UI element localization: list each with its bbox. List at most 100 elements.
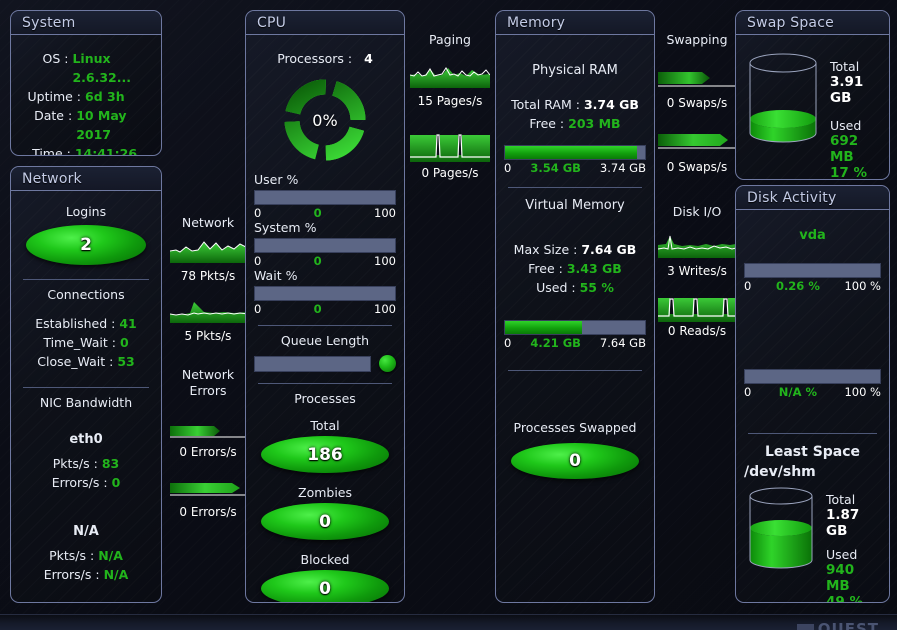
- nic-row: Pkts/s : N/A: [19, 546, 153, 565]
- disk-bar-1-value: 0.26 %: [775, 279, 820, 293]
- free-ram-value: 203 MB: [568, 116, 621, 131]
- least-space-label: Least Space: [764, 444, 861, 460]
- cpu-system-bar-group: System % 0 0 100: [254, 220, 396, 268]
- cpu-wait-bar: [254, 286, 396, 301]
- physical-ram-label: Physical RAM: [532, 63, 618, 78]
- cpu-system-value: 0: [313, 254, 322, 268]
- close-wait-label: Close_Wait :: [37, 354, 114, 369]
- total-ram-value: 3.74 GB: [583, 97, 639, 112]
- cpu-user-bar-group: User % 0 0 100: [254, 172, 396, 220]
- swap-space-readout: Total 3.91 GB Used 692 MB 17 %: [830, 45, 881, 179]
- nic-pkts-label: Pkts/s :: [52, 456, 98, 471]
- system-os-label: OS :: [42, 51, 69, 66]
- nic-name: N/A: [73, 524, 99, 539]
- cpu-wait-bar-group: Wait % 0 0 100: [254, 268, 396, 316]
- least-space-used-value: 940 MB: [826, 562, 855, 594]
- physical-ram-bar: [504, 145, 646, 160]
- panel-system-title: System: [22, 14, 76, 31]
- processes-swapped-label: Processes Swapped: [513, 420, 637, 435]
- queue-length-row: [254, 355, 396, 372]
- free-ram-label: Free :: [529, 116, 565, 131]
- cpu-system-min: 0: [254, 254, 262, 268]
- swap-total-value: 3.91 GB: [830, 74, 864, 106]
- processes-zombies-label: Zombies: [298, 485, 352, 500]
- panel-network-title: Network: [22, 170, 82, 187]
- panel-memory: Memory Physical RAM Total RAM : 3.74 GB …: [495, 10, 655, 603]
- disk-bar-1-scale: 0 0.26 % 100 %: [744, 279, 881, 293]
- swap-used-value: 692 MB: [830, 133, 859, 165]
- cpu-system-scale: 0 0 100: [254, 254, 396, 268]
- panel-system-body: OS : Linux 2.6.32... Uptime : 6d 3h Date…: [11, 35, 161, 155]
- least-space-mount: /dev/shm: [744, 464, 816, 480]
- virtual-memory-scale: 0 4.21 GB 7.64 GB: [504, 336, 646, 350]
- network-packets-sparkline-2: [170, 297, 248, 327]
- total-ram-row: Total RAM : 3.74 GB: [504, 95, 646, 114]
- panel-swap-space: Swap Space Total 3.91 GB Used 692 MB 17 …: [735, 10, 890, 180]
- nic-name: eth0: [69, 432, 103, 447]
- divider: [508, 370, 642, 371]
- vm-used-value: 55 %: [579, 280, 614, 295]
- cpu-wait-label: Wait %: [254, 268, 298, 283]
- vm-max-row: Max Size : 7.64 GB: [504, 240, 646, 259]
- divider: [23, 279, 149, 280]
- system-time-value: 14:41:26 CST: [74, 146, 138, 156]
- vm-used-label: Used :: [536, 280, 576, 295]
- panel-swap-space-title: Swap Space: [747, 14, 834, 31]
- processes-total-badge: 186: [261, 436, 389, 473]
- divider: [258, 325, 392, 326]
- disk-io-title: Disk I/O: [672, 204, 722, 219]
- swapping-sparkline-1: [658, 64, 736, 94]
- network-errors-label-2: 0 Errors/s: [179, 505, 237, 519]
- vm-used-row: Used : 55 %: [504, 278, 646, 297]
- network-errors-label-1: 0 Errors/s: [179, 445, 237, 459]
- cpu-wait-scale: 0 0 100: [254, 302, 396, 316]
- panel-network-header: Network: [11, 167, 161, 191]
- panel-disk-activity-title: Disk Activity: [747, 189, 837, 206]
- swap-used-percent: 17 %: [830, 165, 868, 180]
- logins-value: 2: [80, 235, 92, 255]
- divider: [748, 433, 877, 434]
- processes-swapped-badge: 0: [511, 443, 639, 479]
- close-wait-value: 53: [117, 354, 135, 369]
- nic-pkts-value: 83: [101, 456, 120, 471]
- panel-disk-activity: Disk Activity vda 0 0.26 % 100 % 0 N/A %…: [735, 185, 890, 603]
- network-packets-label-1: 78 Pkts/s: [180, 269, 236, 283]
- disk-bar-1: [744, 263, 881, 278]
- vm-free-value: 3.43 GB: [566, 261, 622, 276]
- network-errors-sparkline-1: [170, 413, 248, 443]
- disk-writes-label: 3 Writes/s: [667, 264, 727, 278]
- cpu-user-bar: [254, 190, 396, 205]
- disk-reads-sparkline: [658, 292, 736, 322]
- cpu-user-min: 0: [254, 206, 262, 220]
- nic-row: Pkts/s : 83: [19, 454, 153, 473]
- system-row: Time : 14:41:26 CST: [19, 144, 153, 156]
- established-label: Established :: [35, 316, 116, 331]
- nic-row: Errors/s : 0: [19, 473, 153, 492]
- panel-system-header: System: [11, 11, 161, 35]
- system-date-label: Date :: [34, 108, 73, 123]
- processes-zombies-value: 0: [319, 511, 331, 532]
- network-errors-title-2: Errors: [189, 383, 227, 398]
- nic-pkts-value: N/A: [98, 548, 123, 563]
- panel-system: System OS : Linux 2.6.32... Uptime : 6d …: [10, 10, 162, 156]
- swapping-strip: Swapping 0 Swaps/s 0 Swaps/s Disk I/O 3 …: [658, 32, 736, 338]
- divider: [508, 187, 642, 188]
- cpu-usage-percent: 0%: [312, 110, 338, 130]
- panel-network-body: Logins 2 Connections Established : 41 Ti…: [11, 191, 161, 602]
- least-space-total-label: Total: [826, 492, 856, 507]
- cpu-system-bar: [254, 238, 396, 253]
- network-errors-sparkline-2: [170, 473, 248, 503]
- disk-bar-1-max: 100 %: [844, 279, 881, 293]
- vm-bar-value: 4.21 GB: [530, 336, 581, 350]
- least-space-cylinder: [744, 484, 818, 602]
- virtual-memory-bar: [504, 320, 646, 335]
- cpu-system-max: 100: [374, 254, 396, 268]
- processes-blocked-badge: 0: [261, 570, 389, 602]
- processes-swapped-value: 0: [569, 451, 581, 471]
- processes-total-label: Total: [310, 418, 340, 433]
- nic-errors-label: Errors/s :: [51, 475, 108, 490]
- panel-cpu-header: CPU: [246, 11, 404, 35]
- panel-memory-header: Memory: [496, 11, 654, 35]
- cpu-wait-value: 0: [313, 302, 322, 316]
- network-strip: Network 78 Pkts/s 5 Pkts/s Network Error…: [170, 215, 248, 519]
